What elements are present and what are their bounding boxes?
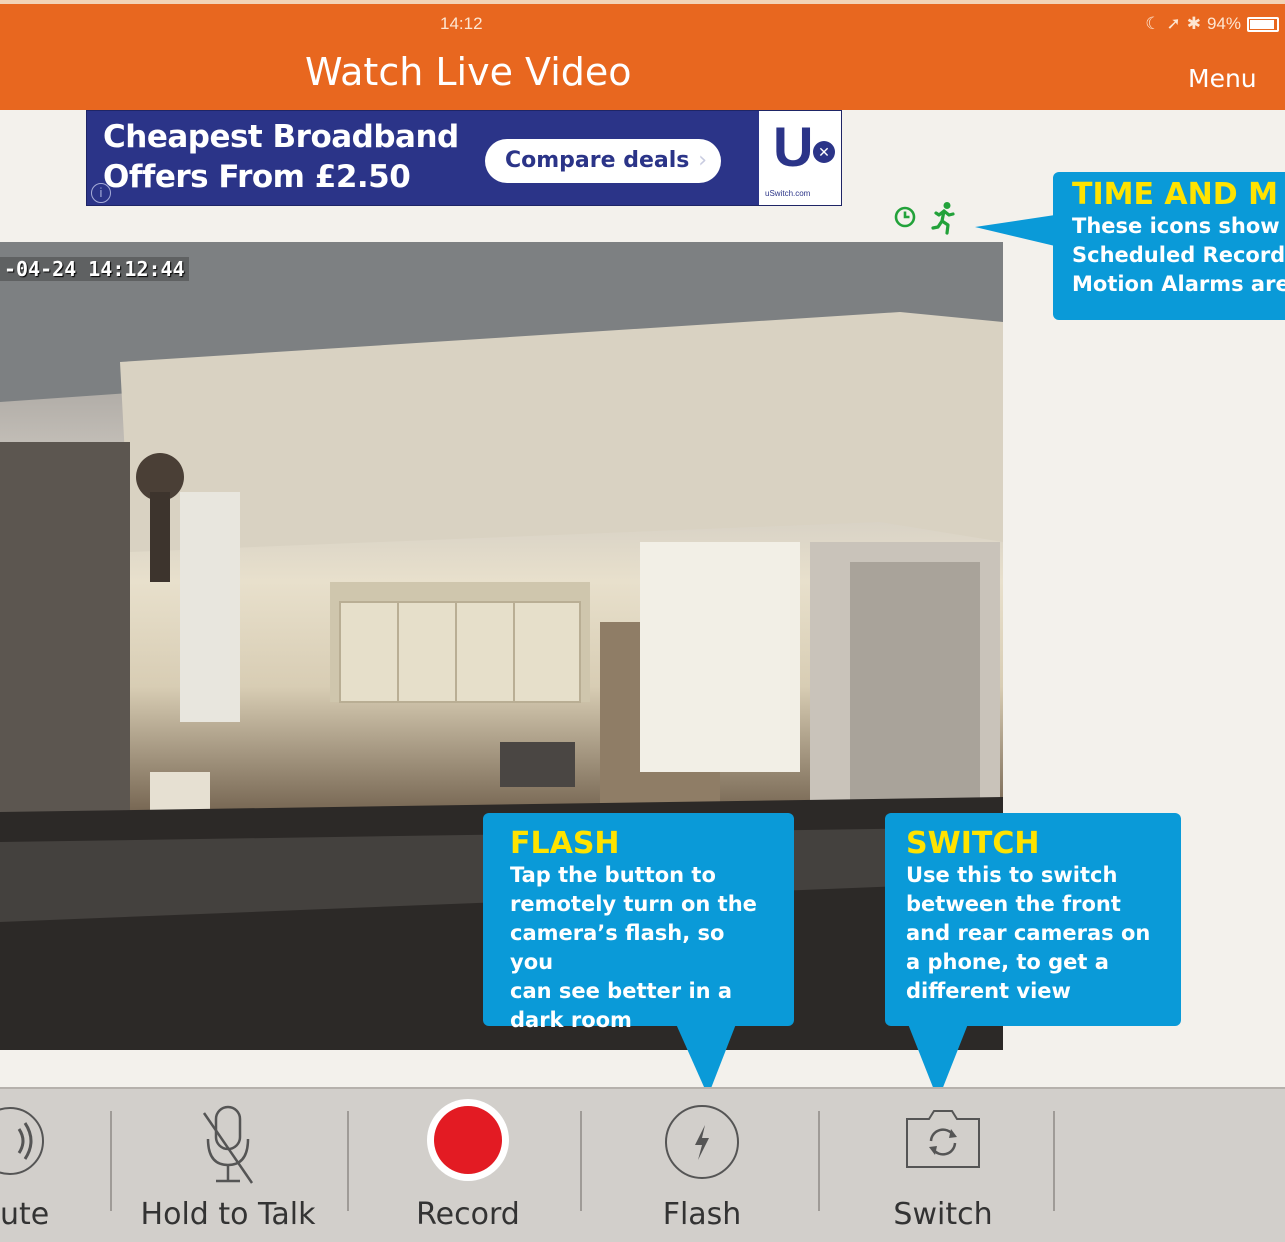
- callout-line: camera’s flash, so you: [510, 921, 725, 974]
- microphone-muted-icon: [202, 1105, 254, 1184]
- mute-button[interactable]: ute: [0, 1089, 80, 1242]
- toolbar-divider: [347, 1111, 349, 1211]
- toolbar-divider: [818, 1111, 820, 1211]
- toolbar-divider: [1053, 1111, 1055, 1211]
- bluetooth-icon: ✱: [1186, 14, 1201, 33]
- ad-info-icon[interactable]: i: [91, 183, 111, 203]
- menu-button[interactable]: Menu: [1188, 64, 1257, 93]
- video-toolbar: ute Hold to Talk Record Flash Switch: [0, 1087, 1285, 1242]
- moon-icon: ☾: [1145, 14, 1161, 33]
- compare-deals-button[interactable]: Compare deals ›: [485, 139, 721, 183]
- status-indicators: ☾ ➚ ✱ 94%: [1145, 14, 1279, 34]
- callout-line: different view: [906, 979, 1071, 1003]
- callout-line: Use this to switch: [906, 863, 1118, 887]
- video-timestamp: -04-24 14:12:44: [0, 257, 189, 281]
- switch-label: Switch: [893, 1197, 993, 1232]
- callout-pointer-time: [975, 215, 1055, 246]
- callout-line: and rear cameras on: [906, 921, 1151, 945]
- battery-icon: [1247, 16, 1279, 32]
- page-title: Watch Live Video: [305, 50, 632, 94]
- flash-button[interactable]: Flash: [602, 1089, 802, 1242]
- lightning-icon: [665, 1105, 739, 1179]
- callout-line: remotely turn on the: [510, 892, 757, 916]
- callout-line: Tap the button to: [510, 863, 716, 887]
- callout-line: can see better in a: [510, 979, 733, 1003]
- ad-close-icon[interactable]: ✕: [813, 141, 835, 163]
- app-header: 14:12 ☾ ➚ ✱ 94% Watch Live Video Menu: [0, 0, 1285, 110]
- record-button[interactable]: Record: [368, 1089, 568, 1242]
- callout-line: Scheduled Record: [1072, 243, 1285, 267]
- motion-alarm-runner-icon: [931, 202, 955, 235]
- ad-brand: uSwitch.com: [765, 189, 811, 198]
- callout-line: between the front: [906, 892, 1121, 916]
- callout-title: SWITCH: [906, 826, 1040, 861]
- switch-camera-button[interactable]: Switch: [843, 1089, 1043, 1242]
- uswitch-logo-icon: U: [773, 115, 814, 178]
- ad-logo: U ✕ uSwitch.com: [759, 111, 841, 205]
- flash-label: Flash: [662, 1197, 742, 1232]
- callout-time-motion: TIME AND M These icons show Scheduled Re…: [1053, 172, 1285, 320]
- callout-line: These icons show: [1072, 214, 1280, 238]
- callout-title: TIME AND M: [1072, 177, 1278, 212]
- ad-subline: Offers From £2.50: [103, 159, 411, 195]
- callout-line: a phone, to get a: [906, 950, 1109, 974]
- speaker-icon: [0, 1107, 44, 1175]
- mute-label: ute: [0, 1197, 50, 1232]
- callout-switch: SWITCH Use this to switch between the fr…: [885, 813, 1181, 1026]
- toolbar-divider: [110, 1111, 112, 1211]
- record-icon: [427, 1099, 509, 1181]
- hold-to-talk-label: Hold to Talk: [140, 1197, 316, 1232]
- status-time: 14:12: [440, 14, 483, 33]
- scheduled-recording-clock-icon: [894, 206, 916, 228]
- compare-deals-label: Compare deals: [505, 148, 690, 173]
- callout-pointer-flash: [676, 1024, 736, 1096]
- chevron-right-icon: ›: [698, 148, 707, 173]
- callout-line: Motion Alarms are: [1072, 272, 1285, 296]
- ad-banner[interactable]: Cheapest Broadband Offers From £2.50 i C…: [86, 110, 842, 206]
- ad-headline: Cheapest Broadband: [103, 119, 459, 155]
- location-icon: ➚: [1166, 14, 1181, 33]
- callout-flash: FLASH Tap the button to remotely turn on…: [483, 813, 794, 1032]
- record-label: Record: [416, 1197, 520, 1232]
- toolbar-divider: [580, 1111, 582, 1211]
- hold-to-talk-button[interactable]: Hold to Talk: [128, 1089, 328, 1242]
- battery-percent: 94%: [1206, 14, 1241, 33]
- callout-title: FLASH: [510, 826, 620, 861]
- camera-switch-icon: [906, 1110, 980, 1168]
